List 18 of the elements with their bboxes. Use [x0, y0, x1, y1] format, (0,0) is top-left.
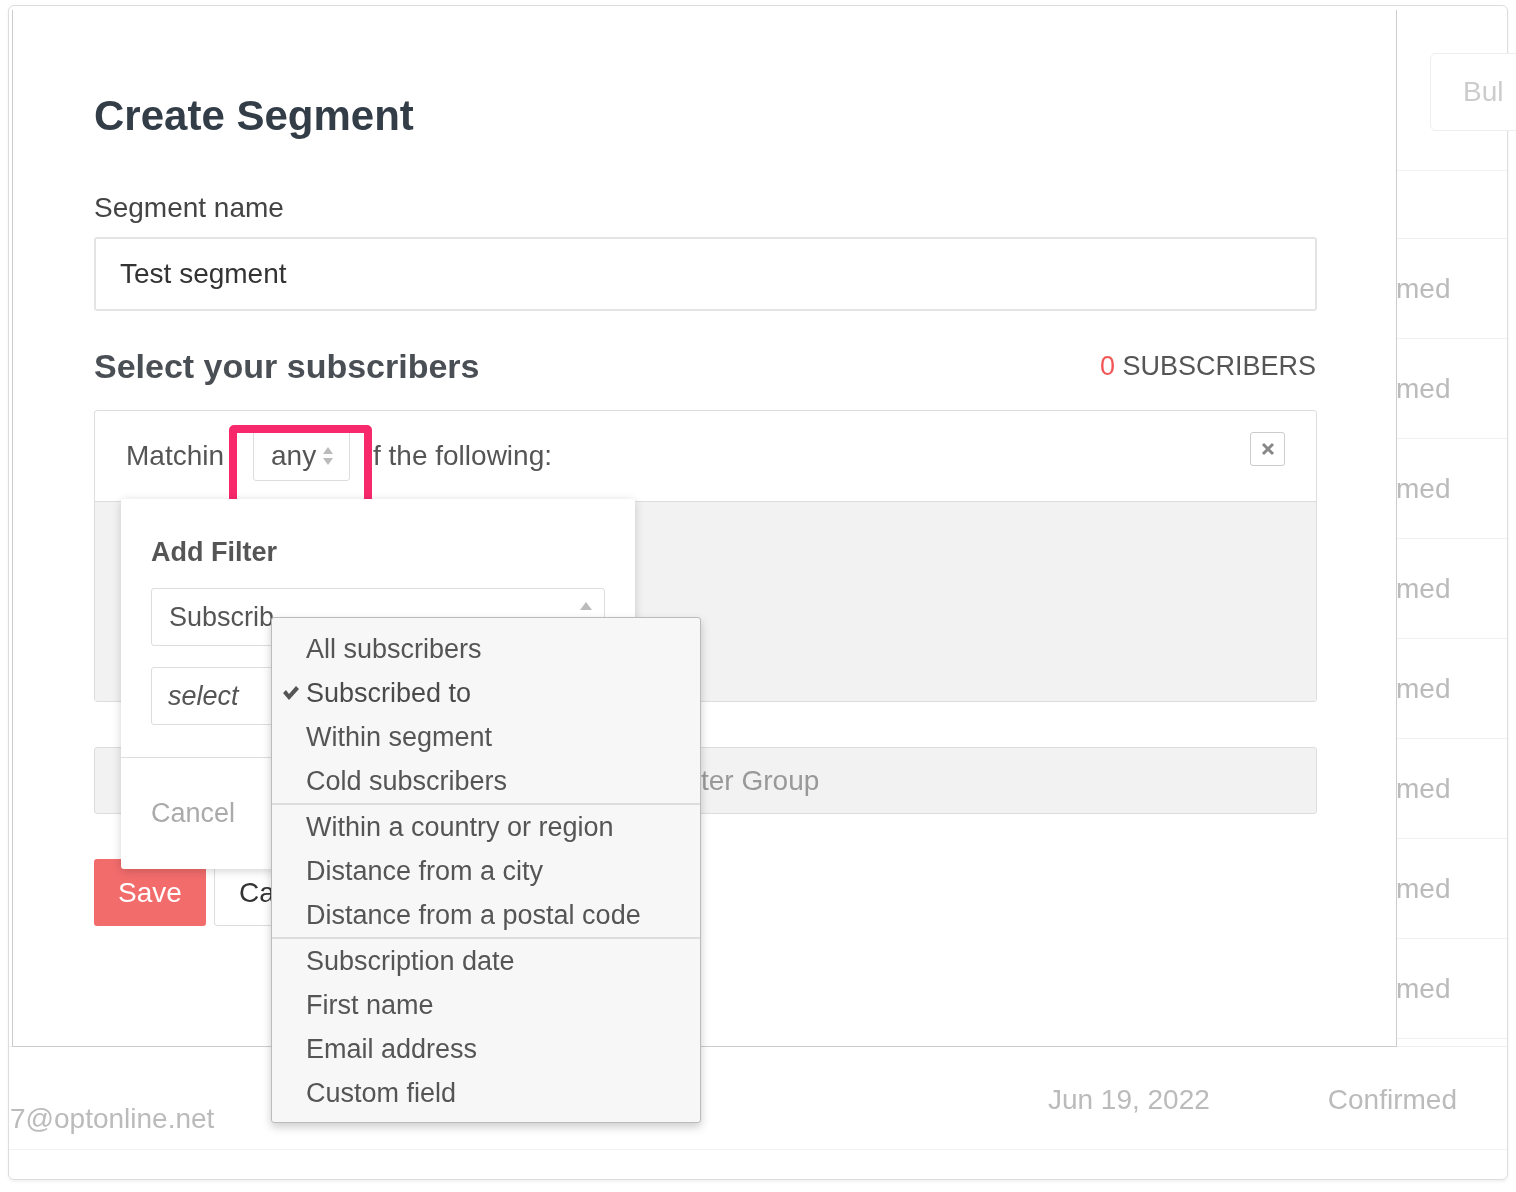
section-title: Select your subscribers: [94, 346, 480, 386]
status-cell-text: med: [1396, 871, 1451, 906]
subscriber-count: 0 SUBSCRIBERS: [1099, 350, 1316, 382]
email-cell-text: 7@optonline.net: [10, 1102, 216, 1136]
status-cell-text: med: [1396, 671, 1451, 706]
matching-label: f the following:: [373, 440, 552, 472]
status-cell-text: med: [1396, 471, 1451, 506]
status-cell-text: Confirmed: [1327, 1083, 1457, 1117]
field-label: Segment name: [94, 191, 285, 225]
popover-title: Add Filter: [151, 536, 278, 569]
status-cell-text: med: [1396, 271, 1451, 306]
status-cell-text: med: [1396, 771, 1451, 806]
modal-title: Create Segment: [94, 91, 415, 141]
status-cell-text: med: [1396, 371, 1451, 406]
matching-label: Matchin: [126, 440, 226, 472]
status-cell-text: med: [1396, 571, 1451, 606]
date-cell-text: Jun 19, 2022: [1047, 1083, 1210, 1117]
status-cell-text: med: [1396, 971, 1451, 1006]
